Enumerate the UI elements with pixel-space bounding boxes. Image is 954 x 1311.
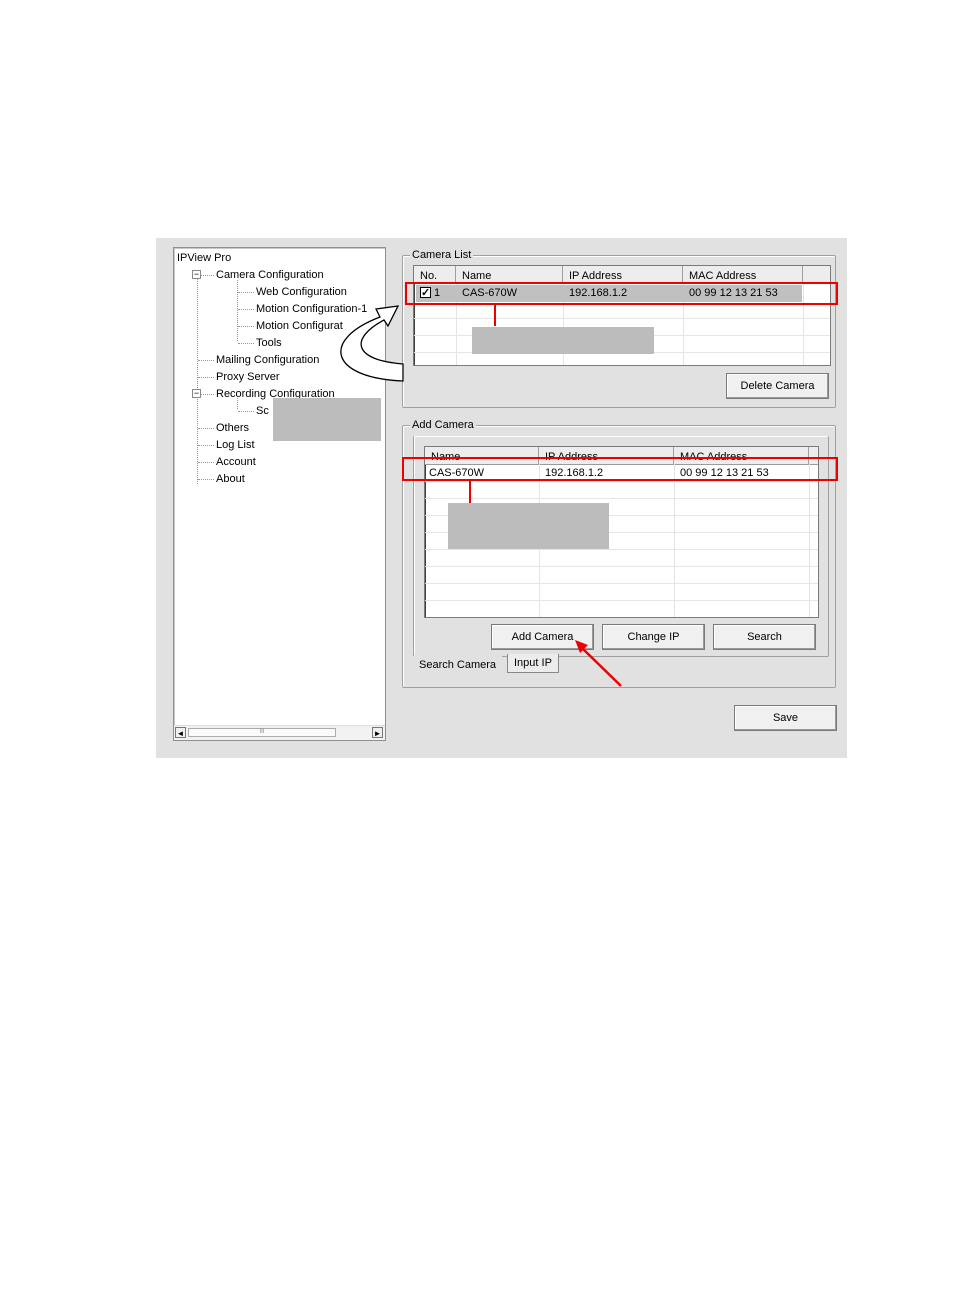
- curved-arrow-icon: [340, 305, 404, 382]
- pointer-arrow-icon: [581, 647, 622, 687]
- annotation-overlay: [340, 305, 622, 687]
